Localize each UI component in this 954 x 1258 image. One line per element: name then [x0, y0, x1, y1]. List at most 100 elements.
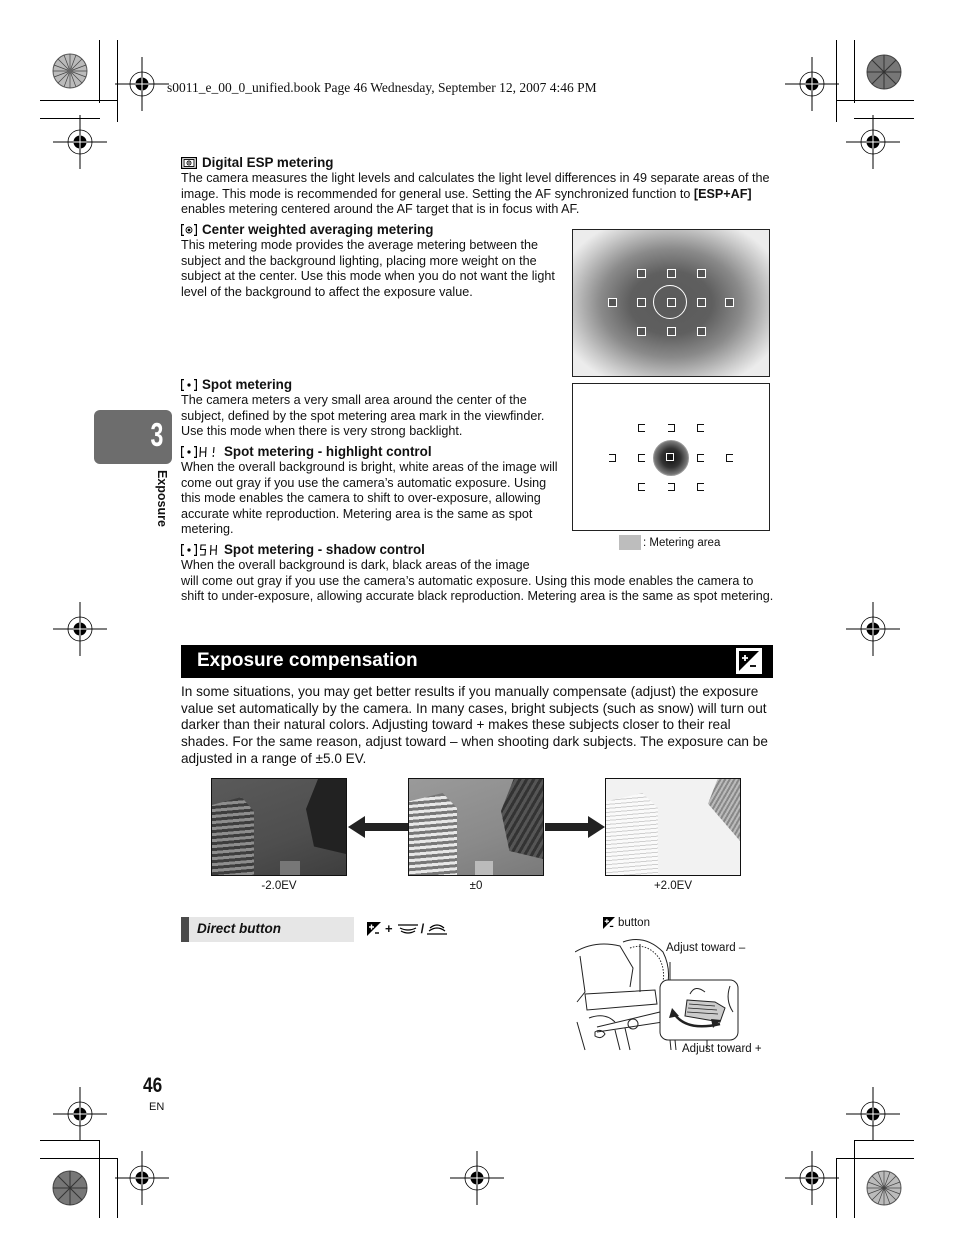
legend-text: : Metering area: [643, 536, 721, 549]
button-callout-text: button: [618, 917, 650, 929]
crop-mark: [40, 100, 118, 101]
exposure-compensation-icon: [603, 917, 615, 929]
registration-mark-icon: [52, 114, 108, 170]
heading-text: Digital ESP metering: [202, 155, 334, 170]
heading-text: Spot metering: [202, 377, 293, 392]
rear-dial-icon: [397, 923, 418, 934]
button-callout: button: [603, 917, 650, 929]
af-point: [697, 327, 706, 336]
af-point: [668, 424, 675, 432]
language-code: EN: [149, 1101, 165, 1113]
print-slug: s0011_e_00_0_unified.book Page 46 Wednes…: [167, 80, 597, 95]
diagram-legend: : Metering area: [619, 535, 720, 550]
chapter-label: Exposure: [155, 470, 169, 527]
af-point: [608, 298, 617, 307]
color-target-icon: [866, 54, 902, 90]
center-circle: [653, 285, 687, 319]
crop-mark: [836, 100, 914, 101]
crop-mark: [854, 40, 855, 103]
spot-metering-icon: [181, 379, 197, 391]
af-point: [697, 298, 706, 307]
af-point: [697, 424, 704, 432]
af-point: [638, 454, 645, 462]
metering-mode-digital-esp: Digital ESP metering The camera measures…: [181, 155, 776, 218]
metering-mode-heading: Spot metering: [181, 377, 559, 393]
af-point: [638, 483, 645, 491]
direct-button-combo: + /: [367, 921, 448, 936]
crop-mark: [40, 1158, 118, 1159]
direct-button-label: Direct button: [197, 921, 281, 936]
metering-mode-description: The camera measures the light levels and…: [181, 171, 776, 218]
registration-mark-icon: [784, 1150, 840, 1206]
metering-mode-description: This metering mode provides the average …: [181, 238, 555, 299]
metering-mode-center-weighted: Center weighted averaging metering This …: [181, 222, 559, 300]
section-description: In some situations, you may get better r…: [181, 684, 768, 766]
af-point: [668, 483, 675, 491]
af-point: [667, 269, 676, 278]
spot-metering-diagram: [572, 383, 770, 531]
registration-mark-icon: [784, 56, 840, 112]
arrow-left-icon: [348, 816, 408, 838]
registration-mark-icon: [52, 1086, 108, 1142]
metering-mode-description: When the overall background is bright, w…: [181, 460, 558, 537]
color-target-icon: [866, 1170, 902, 1206]
chapter-number: 3: [150, 416, 163, 453]
heading-text: Spot metering - shadow control: [224, 542, 425, 557]
photo-caption: +2.0EV: [653, 880, 693, 892]
crop-mark: [99, 40, 100, 103]
text-run: enables metering centered around the AF …: [181, 202, 580, 217]
af-point: [697, 269, 706, 278]
heading-text: Spot metering - highlight control: [224, 444, 432, 459]
section-header: Exposure compensation: [181, 645, 773, 678]
photo-caption: ±0: [469, 880, 483, 892]
setting-name: [ESP+AF]: [693, 186, 752, 201]
crop-mark: [836, 1158, 914, 1159]
photo-caption: -2.0EV: [261, 880, 297, 892]
arrow-right-icon: [545, 816, 605, 838]
exposure-compensation-icon: [367, 921, 381, 936]
metering-mode-heading: Digital ESP metering: [181, 155, 776, 171]
example-photo-plus: [605, 778, 741, 876]
metering-mode-description: The camera meters a very small area arou…: [181, 393, 545, 439]
example-photo-zero: [408, 778, 544, 876]
heading-text: Center weighted averaging metering: [202, 222, 434, 237]
text-line: will come out gray if you use the camera…: [181, 573, 774, 604]
plus-sign: +: [385, 921, 393, 936]
af-point: [726, 454, 733, 462]
camera-figure: button Adjust toward – Adjust toward +: [575, 912, 775, 1062]
color-target-icon: [52, 53, 88, 89]
registration-mark-icon: [449, 1150, 505, 1206]
text-run: The camera measures the light levels and…: [181, 171, 770, 201]
registration-mark-icon: [845, 601, 901, 657]
af-point: [697, 483, 704, 491]
page-number: 46: [143, 1074, 163, 1097]
center-af-point: [666, 453, 674, 461]
front-dial-icon: [427, 923, 448, 935]
registration-mark-icon: [845, 114, 901, 170]
metering-mode-heading: Spot metering - highlight control: [181, 444, 559, 460]
registration-mark-icon: [114, 1150, 170, 1206]
center-weighted-diagram: [572, 229, 770, 377]
metering-mode-spot-shadow: Spot metering - shadow control When the …: [181, 542, 776, 605]
section-title: Exposure compensation: [197, 650, 418, 671]
af-point: [697, 454, 704, 462]
example-photo-minus: [211, 778, 347, 876]
registration-mark-icon: [114, 56, 170, 112]
registration-mark-icon: [845, 1086, 901, 1142]
af-point: [637, 298, 646, 307]
color-target-icon: [52, 1170, 88, 1206]
spot-metering-icon: [181, 446, 197, 458]
metering-mode-heading: Center weighted averaging metering: [181, 222, 559, 238]
af-point: [609, 454, 616, 462]
af-point: [637, 327, 646, 336]
af-point: [638, 424, 645, 432]
shadow-sh-icon: [199, 544, 218, 556]
metering-mode-spot-highlight: Spot metering - highlight control When t…: [181, 444, 559, 538]
af-point: [725, 298, 734, 307]
digital-esp-metering-icon: [181, 157, 197, 169]
crop-mark: [854, 1140, 855, 1218]
crop-mark: [99, 1140, 100, 1218]
text-line: When the overall background is dark, bla…: [181, 558, 530, 572]
metering-mode-description: When the overall background is dark, bla…: [181, 558, 776, 605]
camera-illustration: [575, 939, 739, 1051]
